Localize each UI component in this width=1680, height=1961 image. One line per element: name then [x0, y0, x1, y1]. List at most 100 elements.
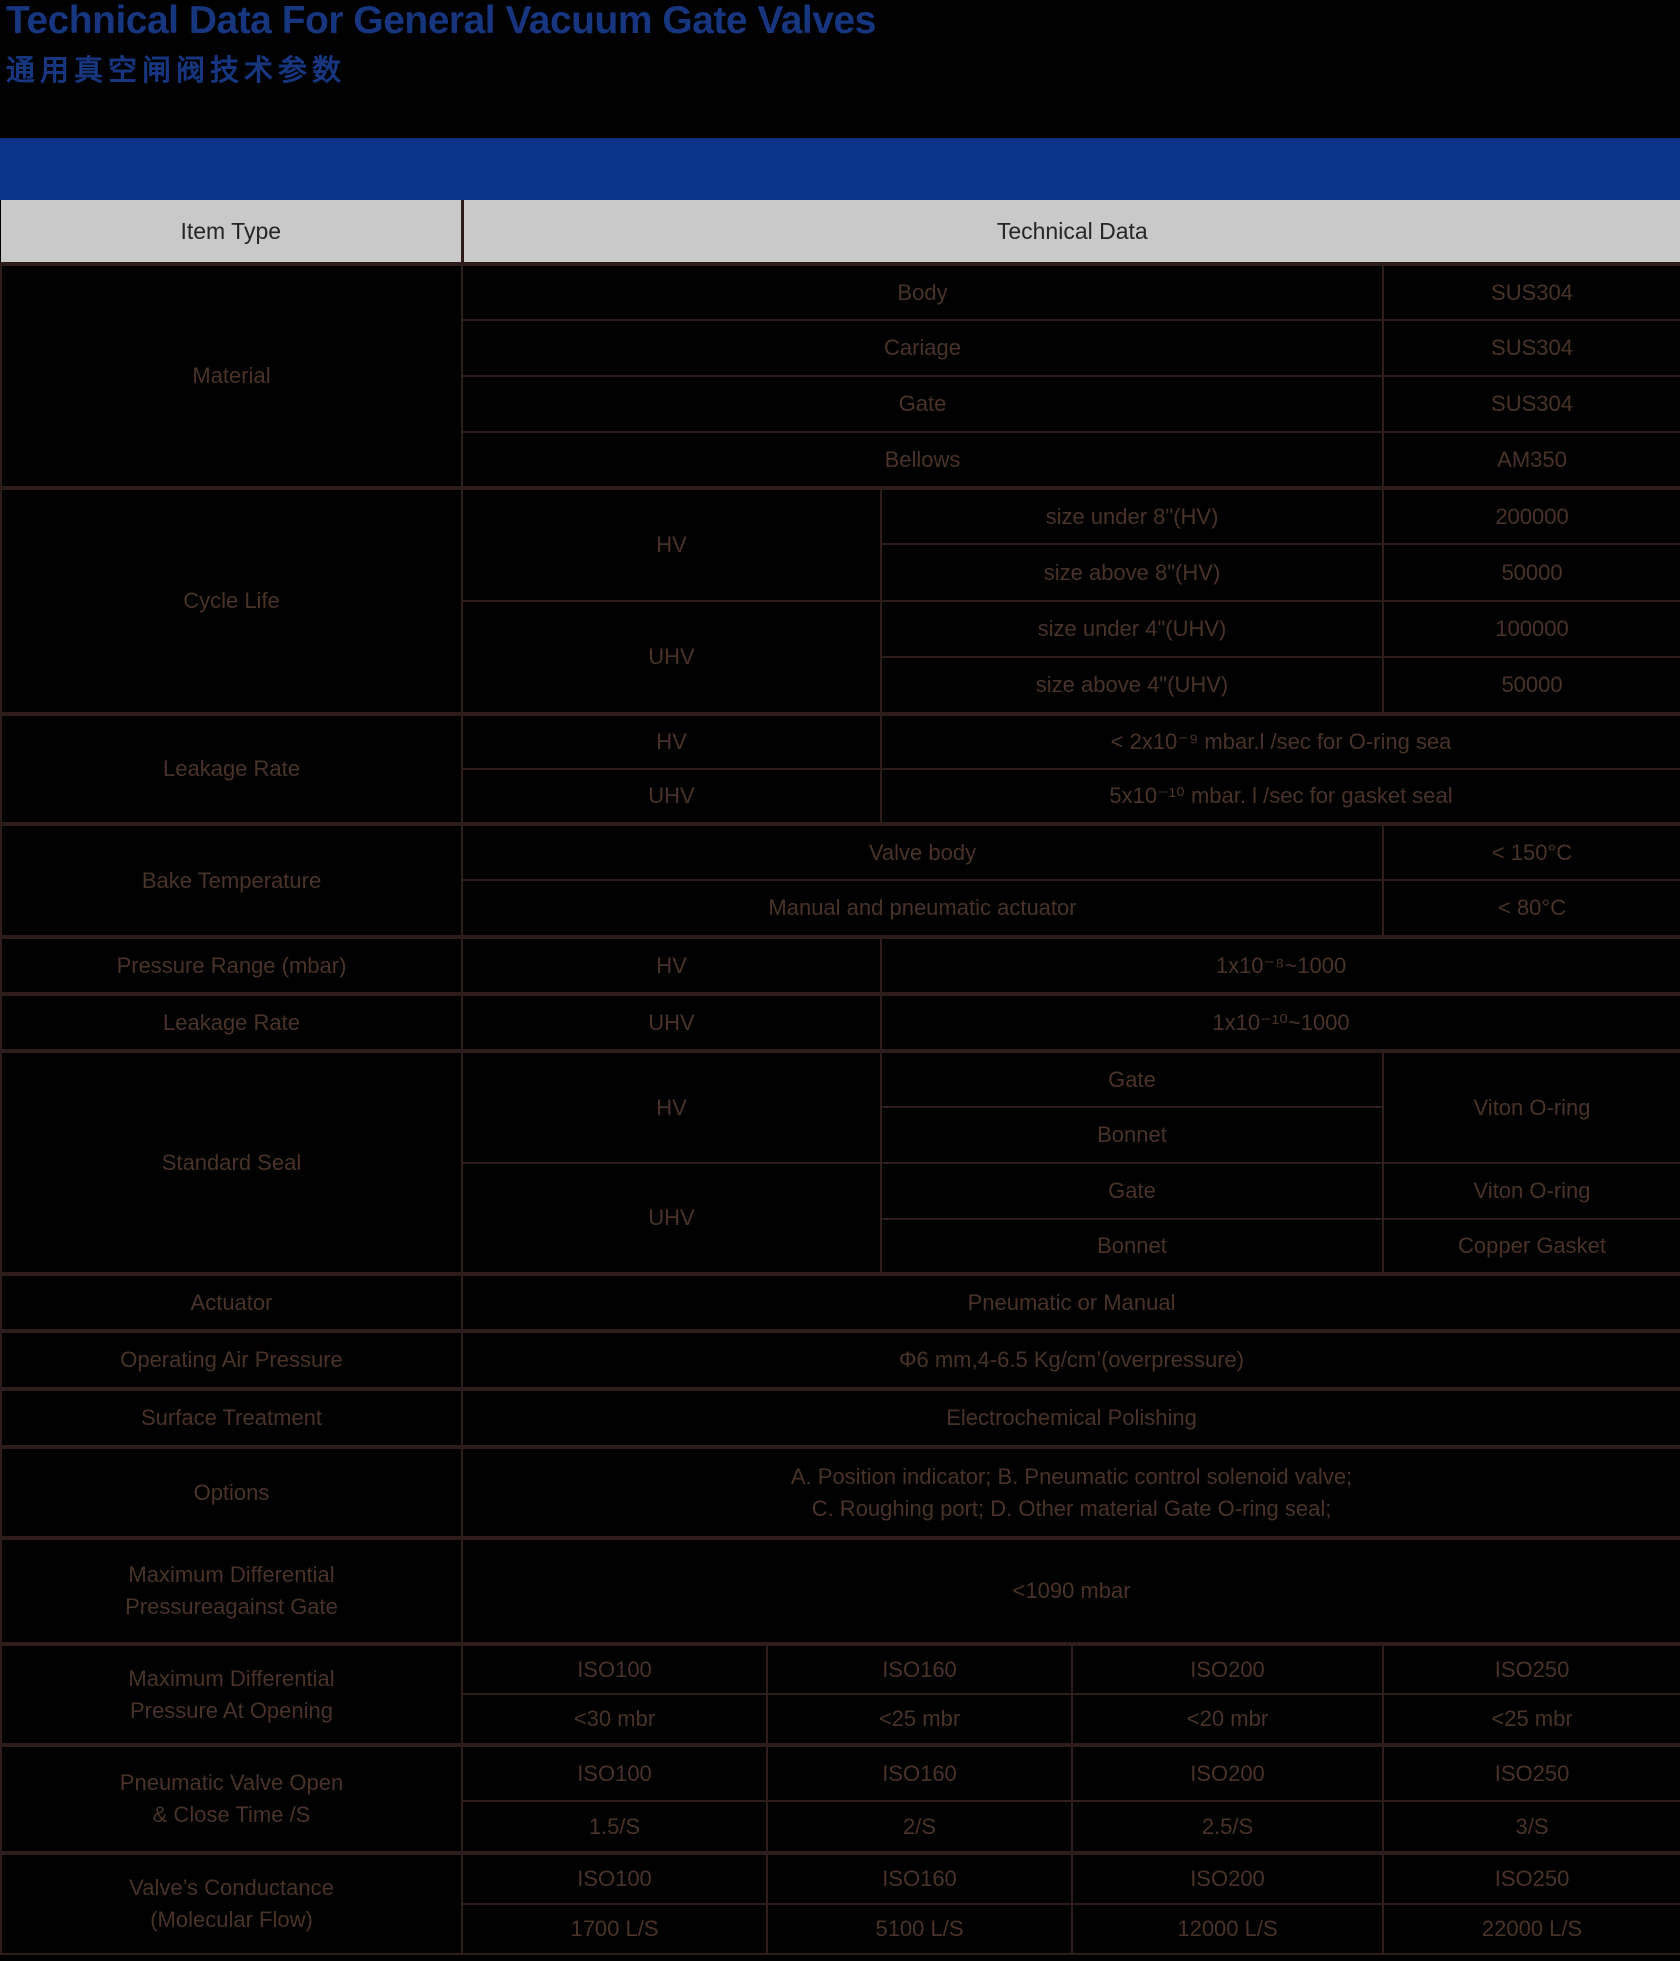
cycle-life-uhv-under4-name: size under 4"(UHV): [881, 601, 1383, 657]
pressure-range-mode: HV: [462, 937, 881, 994]
material-bellows-name: Bellows: [462, 432, 1383, 488]
bake-valve-body-name: Valve body: [462, 824, 1383, 880]
valve-time-size-iso250: ISO250: [1383, 1745, 1680, 1801]
seal-uhv-gate-value: Viton O-ring: [1383, 1163, 1680, 1219]
table-row: Valve’s Conductance (Molecular Flow) ISO…: [1, 1853, 1680, 1904]
conductance-value-iso200: 12000 L/S: [1072, 1904, 1383, 1954]
table-row: Cycle Life HV size under 8"(HV) 200000: [1, 488, 1680, 544]
material-bellows-value: AM350: [1383, 432, 1680, 488]
material-label: Material: [1, 264, 462, 488]
cycle-life-hv-under8-value: 200000: [1383, 488, 1680, 544]
conductance-value-iso250: 22000 L/S: [1383, 1904, 1680, 1954]
options-label: Options: [1, 1447, 462, 1538]
max-diff-opening-value-iso160: <25 mbr: [767, 1694, 1072, 1745]
surface-treatment-value: Electrochemical Polishing: [462, 1389, 1680, 1447]
leakage-rate-uhv-range-mode: UHV: [462, 994, 881, 1051]
material-cariage-name: Cariage: [462, 320, 1383, 376]
surface-treatment-label: Surface Treatment: [1, 1389, 462, 1447]
max-diff-opening-size-iso100: ISO100: [462, 1644, 767, 1694]
title-block: Technical Data For General Vacuum Gate V…: [0, 0, 1680, 138]
actuator-label: Actuator: [1, 1274, 462, 1331]
conductance-size-iso160: ISO160: [767, 1853, 1072, 1904]
conductance-label: Valve’s Conductance (Molecular Flow): [1, 1853, 462, 1954]
table-row: Pneumatic Valve Open & Close Time /S ISO…: [1, 1745, 1680, 1801]
cycle-life-label: Cycle Life: [1, 488, 462, 714]
table-row: Actuator Pneumatic or Manual: [1, 1274, 1680, 1331]
max-diff-opening-value-iso100: <30 mbr: [462, 1694, 767, 1745]
header-item-type: Item Type: [1, 200, 462, 264]
table-row: Operating Air Pressure Φ6 mm,4-6.5 Kg/cm…: [1, 1331, 1680, 1389]
seal-hv-gate-name: Gate: [881, 1051, 1383, 1107]
page-title: Technical Data For General Vacuum Gate V…: [6, 0, 1680, 42]
leakage-rate-label: Leakage Rate: [1, 714, 462, 824]
cycle-life-uhv-above4-value: 50000: [1383, 657, 1680, 714]
max-diff-opening-value-iso200: <20 mbr: [1072, 1694, 1383, 1745]
pressure-range-value: 1x10⁻⁸~1000: [881, 937, 1680, 994]
bake-temperature-label: Bake Temperature: [1, 824, 462, 937]
valve-time-value-iso200: 2.5/S: [1072, 1801, 1383, 1853]
max-diff-gate-label: Maximum Differential Pressureagainst Gat…: [1, 1538, 462, 1644]
conductance-value-iso160: 5100 L/S: [767, 1904, 1072, 1954]
cycle-life-hv-mode: HV: [462, 488, 881, 601]
table-row: Maximum Differential Pressureagainst Gat…: [1, 1538, 1680, 1644]
table-row: Bake Temperature Valve body < 150°C: [1, 824, 1680, 880]
max-diff-opening-value-iso250: <25 mbr: [1383, 1694, 1680, 1745]
operating-air-pressure-value: Φ6 mm,4-6.5 Kg/cm’(overpressure): [462, 1331, 1680, 1389]
page-subtitle-chinese: 通用真空闸阀技术参数: [6, 47, 1680, 89]
valve-time-size-iso100: ISO100: [462, 1745, 767, 1801]
table-row: Maximum Differential Pressure At Opening…: [1, 1644, 1680, 1694]
cycle-life-hv-above8-name: size above 8"(HV): [881, 544, 1383, 601]
table-header-row: Item Type Technical Data: [1, 200, 1680, 264]
valve-time-size-iso160: ISO160: [767, 1745, 1072, 1801]
table-row: Options A. Position indicator; B. Pneuma…: [1, 1447, 1680, 1538]
seal-hv-value: Viton O-ring: [1383, 1051, 1680, 1163]
material-body-name: Body: [462, 264, 1383, 320]
material-cariage-value: SUS304: [1383, 320, 1680, 376]
conductance-size-iso100: ISO100: [462, 1853, 767, 1904]
seal-hv-mode: HV: [462, 1051, 881, 1163]
max-diff-opening-size-iso250: ISO250: [1383, 1644, 1680, 1694]
valve-time-size-iso200: ISO200: [1072, 1745, 1383, 1801]
conductance-size-iso200: ISO200: [1072, 1853, 1383, 1904]
conductance-size-iso250: ISO250: [1383, 1853, 1680, 1904]
material-gate-value: SUS304: [1383, 376, 1680, 432]
table-row: Pressure Range (mbar) HV 1x10⁻⁸~1000: [1, 937, 1680, 994]
cycle-life-uhv-above4-name: size above 4"(UHV): [881, 657, 1383, 714]
actuator-value: Pneumatic or Manual: [462, 1274, 1680, 1331]
seal-hv-bonnet-name: Bonnet: [881, 1107, 1383, 1163]
bake-actuator-value: < 80°C: [1383, 880, 1680, 937]
cycle-life-uhv-under4-value: 100000: [1383, 601, 1680, 657]
cycle-life-hv-above8-value: 50000: [1383, 544, 1680, 601]
leakage-rate-uhv-value: 5x10⁻¹⁰ mbar. l /sec for gasket seal: [881, 769, 1680, 824]
seal-uhv-gate-name: Gate: [881, 1163, 1383, 1219]
cycle-life-hv-under8-name: size under 8"(HV): [881, 488, 1383, 544]
header-technical-data: Technical Data: [462, 200, 1680, 264]
material-body-value: SUS304: [1383, 264, 1680, 320]
leakage-rate-hv-value: < 2x10⁻⁹ mbar.l /sec for O-ring sea: [881, 714, 1680, 769]
max-diff-opening-size-iso200: ISO200: [1072, 1644, 1383, 1694]
valve-time-value-iso250: 3/S: [1383, 1801, 1680, 1853]
bake-actuator-name: Manual and pneumatic actuator: [462, 880, 1383, 937]
material-gate-name: Gate: [462, 376, 1383, 432]
table-row: Surface Treatment Electrochemical Polish…: [1, 1389, 1680, 1447]
valve-time-value-iso160: 2/S: [767, 1801, 1072, 1853]
seal-uhv-bonnet-value: Copper Gasket: [1383, 1219, 1680, 1274]
table-row: Leakage Rate UHV 1x10⁻¹⁰~1000: [1, 994, 1680, 1051]
cycle-life-uhv-mode: UHV: [462, 601, 881, 714]
operating-air-pressure-label: Operating Air Pressure: [1, 1331, 462, 1389]
table-row: Material Body SUS304: [1, 264, 1680, 320]
max-diff-gate-value: <1090 mbar: [462, 1538, 1680, 1644]
leakage-rate-hv-mode: HV: [462, 714, 881, 769]
valve-time-label: Pneumatic Valve Open & Close Time /S: [1, 1745, 462, 1853]
seal-uhv-mode: UHV: [462, 1163, 881, 1274]
bake-valve-body-value: < 150°C: [1383, 824, 1680, 880]
seal-uhv-bonnet-name: Bonnet: [881, 1219, 1383, 1274]
blue-banner: [0, 138, 1680, 200]
leakage-rate-uhv-label: Leakage Rate: [1, 994, 462, 1051]
leakage-rate-uhv-range-value: 1x10⁻¹⁰~1000: [881, 994, 1680, 1051]
standard-seal-label: Standard Seal: [1, 1051, 462, 1274]
max-diff-opening-label: Maximum Differential Pressure At Opening: [1, 1644, 462, 1745]
pressure-range-label: Pressure Range (mbar): [1, 937, 462, 994]
conductance-value-iso100: 1700 L/S: [462, 1904, 767, 1954]
max-diff-opening-size-iso160: ISO160: [767, 1644, 1072, 1694]
